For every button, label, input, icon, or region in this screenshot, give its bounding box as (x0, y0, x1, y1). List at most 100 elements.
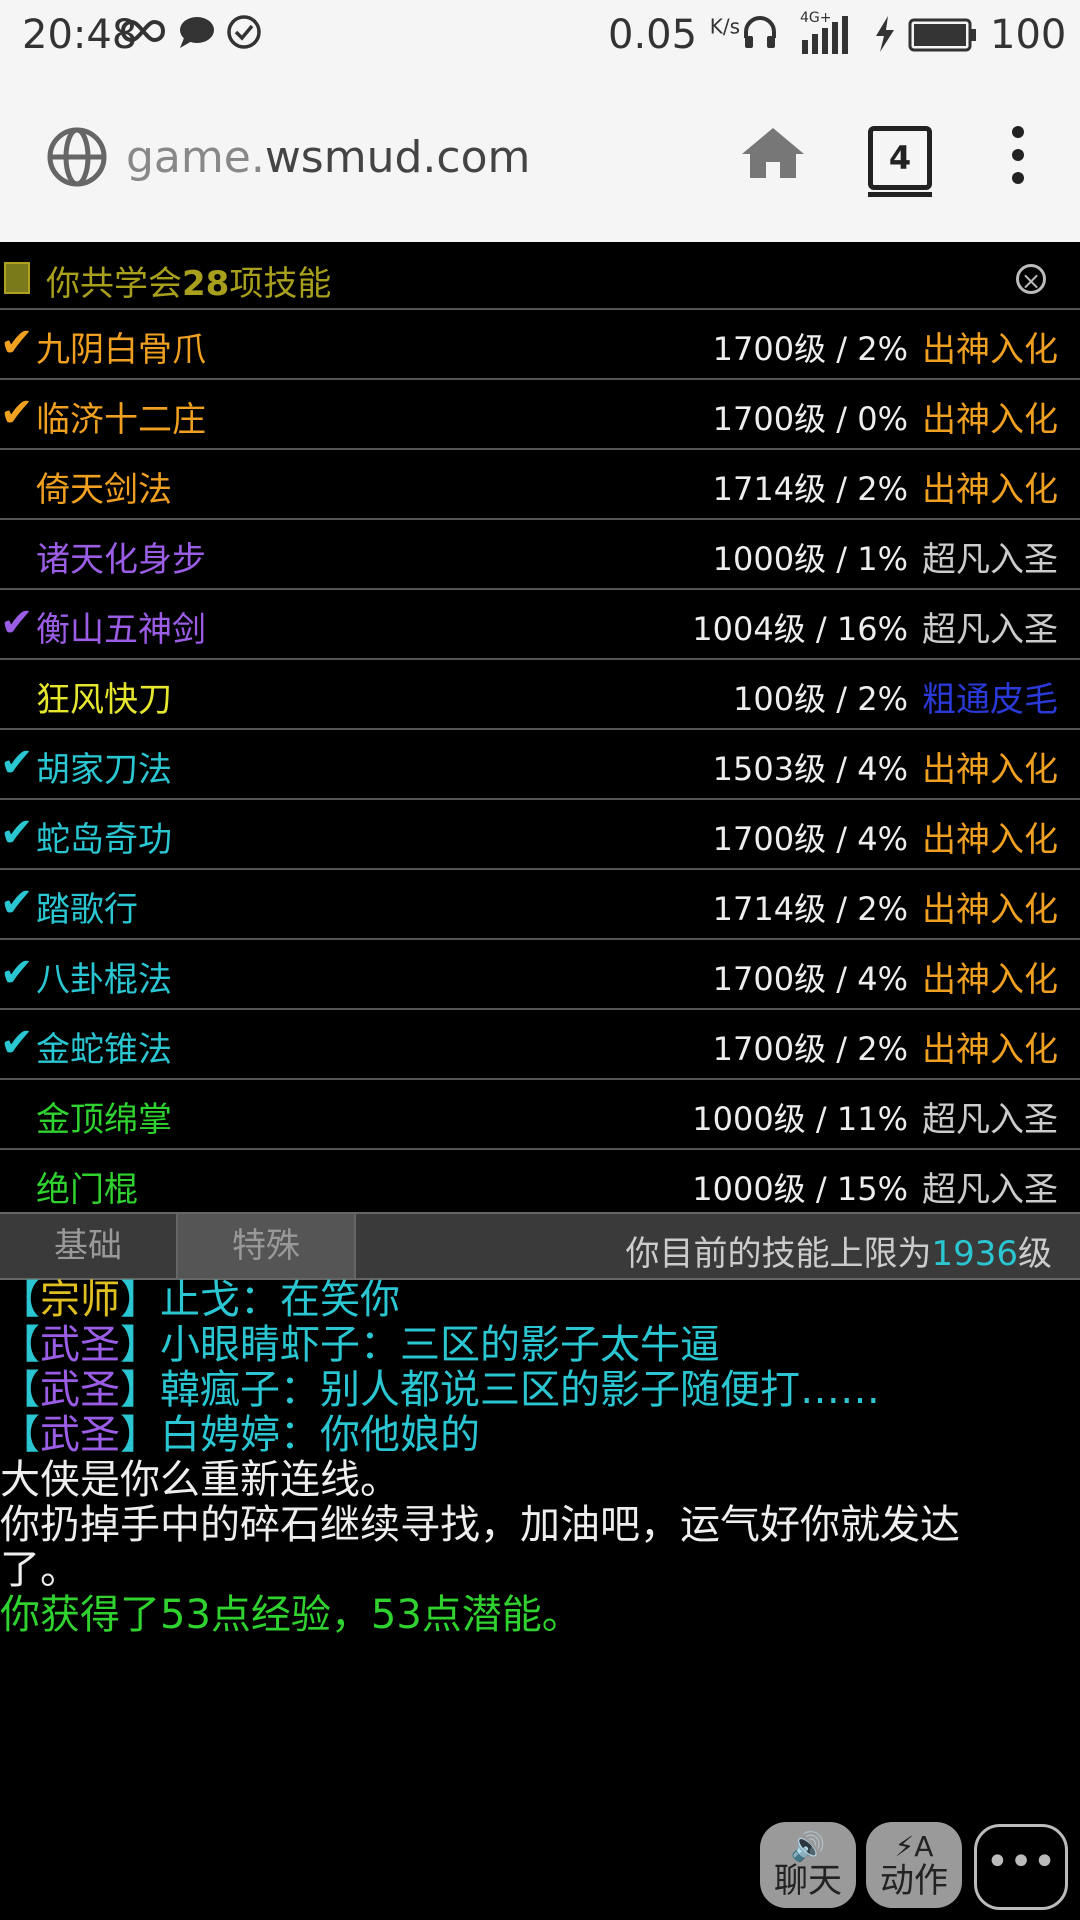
chat-messages: 【宗师】止戈：在笑你 【武圣】小眼睛虾子：三区的影子太牛逼 【武圣】韓瘋子：别人… (0, 1278, 1080, 1458)
chat-message: 【宗师】止戈：在笑你 (0, 1278, 1080, 1323)
skills-panel-header: 你共学会28项技能 × (0, 242, 1080, 310)
player-title: 宗师 (40, 1277, 120, 1323)
close-icon[interactable]: × (1016, 264, 1046, 295)
chat-button[interactable]: 🔊 聊天 (760, 1822, 856, 1908)
lightning-icon: ⚡A (894, 1830, 934, 1863)
skill-tab-bar: 基础 特殊 你目前的技能上限为1936级 (0, 1212, 1080, 1280)
skill-level: 100级 / 2% (733, 680, 908, 718)
infinity-icon (120, 19, 166, 43)
skill-row[interactable]: ✔ 八卦棍法 1700级 / 4% 出神入化 (0, 940, 1080, 1010)
skill-name: 衡山五神剑 (36, 610, 206, 650)
skill-rank: 超凡入圣 (922, 1170, 1058, 1210)
skill-name: 狂风快刀 (36, 680, 172, 720)
title-bracket-close: 】 (120, 1367, 160, 1413)
check-circle-icon (227, 15, 261, 49)
tab-special[interactable]: 特殊 (178, 1214, 356, 1278)
title-bracket-open: 【 (0, 1367, 40, 1413)
more-vertical-icon[interactable] (1008, 124, 1028, 186)
skill-rank: 出神入化 (922, 330, 1058, 370)
skill-row[interactable]: ✔ 衡山五神剑 1004级 / 16% 超凡入圣 (0, 590, 1080, 660)
skill-name: 蛇岛奇功 (36, 820, 172, 860)
skill-level: 1004级 / 16% (692, 610, 908, 648)
reward-message: 你获得了53点经验，53点潜能。 (0, 1592, 582, 1638)
player-title: 武圣 (40, 1412, 120, 1458)
skill-limit-text: 你目前的技能上限为1936级 (625, 1234, 1052, 1274)
skill-row[interactable]: ✔ 九阴白骨爪 1700级 / 2% 出神入化 (0, 310, 1080, 380)
skills-panel: 你共学会28项技能 × ✔ 九阴白骨爪 1700级 / 2% 出神入化 ✔ 临济十二庄 17… (0, 242, 1080, 1212)
home-icon[interactable] (738, 124, 808, 182)
skill-rank: 超凡入圣 (922, 540, 1058, 580)
skill-row[interactable]: ✔ 蛇岛奇功 1700级 / 4% 出神入化 (0, 800, 1080, 870)
skill-name: 胡家刀法 (36, 750, 172, 790)
chat-message: 【武圣】小眼睛虾子：三区的影子太牛逼 (0, 1323, 1080, 1368)
player-title: 武圣 (40, 1367, 120, 1413)
skill-row[interactable]: ✔ 临济十二庄 1700级 / 0% 出神入化 (0, 380, 1080, 450)
more-button[interactable]: ••• (974, 1824, 1068, 1910)
skill-row[interactable]: 狂风快刀 100级 / 2% 粗通皮毛 (0, 660, 1080, 730)
title-bracket-open: 【 (0, 1277, 40, 1323)
skill-name: 临济十二庄 (36, 400, 206, 440)
skill-row[interactable]: 金顶绵掌 1000级 / 11% 超凡入圣 (0, 1080, 1080, 1150)
book-icon (4, 262, 30, 294)
skill-name: 金顶绵掌 (36, 1100, 172, 1140)
skill-name: 倚天剑法 (36, 470, 172, 510)
check-icon: ✔ (0, 740, 34, 786)
skill-rank: 超凡入圣 (922, 610, 1058, 650)
check-icon: ✔ (0, 390, 34, 436)
browser-toolbar: game.wsmud.com 4 (0, 76, 1080, 242)
skill-level: 1503级 / 4% (712, 750, 908, 788)
skill-rank: 出神入化 (922, 820, 1058, 860)
title-bracket-close: 】 (120, 1412, 160, 1458)
action-button[interactable]: ⚡A 动作 (866, 1822, 962, 1908)
network-speed: 0.05 K/s (608, 12, 741, 58)
system-message: 大侠是你么重新连线。 (0, 1457, 400, 1503)
tab-switcher-underline (868, 192, 932, 197)
check-icon: ✔ (0, 320, 34, 366)
charging-icon (876, 16, 894, 52)
tab-basic[interactable]: 基础 (0, 1214, 178, 1278)
url-field[interactable]: game.wsmud.com (126, 132, 530, 183)
skill-rank: 出神入化 (922, 750, 1058, 790)
player-title: 武圣 (40, 1322, 120, 1368)
system-message: 你扔掉手中的碎石继续寻找，加油吧，运气好你就发达 (0, 1502, 960, 1548)
skill-name: 绝门棍 (36, 1170, 138, 1210)
battery-percent: 100 (990, 12, 1067, 58)
check-icon: ✔ (0, 810, 34, 856)
skill-row[interactable]: 绝门棍 1000级 / 15% 超凡入圣 (0, 1150, 1080, 1212)
skill-row[interactable]: ✔ 胡家刀法 1503级 / 4% 出神入化 (0, 730, 1080, 800)
check-icon: ✔ (0, 880, 34, 926)
check-icon: ✔ (0, 1020, 34, 1066)
tab-switcher-button[interactable]: 4 (868, 126, 932, 190)
globe-icon[interactable] (46, 126, 108, 188)
battery-icon (908, 18, 976, 52)
message-icon (180, 17, 214, 48)
skill-name: 金蛇锥法 (36, 1030, 172, 1070)
chat-text: 韓瘋子：别人都说三区的影子随便打…… (160, 1367, 880, 1413)
speaker-icon: 🔊 (790, 1830, 826, 1863)
skill-rank: 出神入化 (922, 960, 1058, 1000)
title-bracket-open: 【 (0, 1412, 40, 1458)
skill-rank: 出神入化 (922, 890, 1058, 930)
skill-row[interactable]: 诸天化身步 1000级 / 1% 超凡入圣 (0, 520, 1080, 590)
skill-name: 诸天化身步 (36, 540, 206, 580)
chat-text: 白娉婷：你他娘的 (160, 1412, 480, 1458)
skill-level: 1700级 / 4% (712, 960, 908, 998)
skill-rank: 出神入化 (922, 400, 1058, 440)
skill-name: 八卦棍法 (36, 960, 172, 1000)
title-bracket-open: 【 (0, 1322, 40, 1368)
skill-row[interactable]: ✔ 踏歌行 1714级 / 2% 出神入化 (0, 870, 1080, 940)
skill-rank: 超凡入圣 (922, 1100, 1058, 1140)
skill-level: 1714级 / 2% (712, 890, 908, 928)
headphones-icon (744, 16, 776, 48)
title-bracket-close: 】 (120, 1322, 160, 1368)
chat-message: 【武圣】韓瘋子：别人都说三区的影子随便打…… (0, 1368, 1080, 1413)
skill-row[interactable]: 倚天剑法 1714级 / 2% 出神入化 (0, 450, 1080, 520)
skill-level: 1000级 / 11% (692, 1100, 908, 1138)
skill-name: 九阴白骨爪 (36, 330, 206, 370)
chat-message: 【武圣】白娉婷：你他娘的 (0, 1413, 1080, 1458)
check-icon: ✔ (0, 950, 34, 996)
signal-icon (802, 16, 848, 54)
skill-row[interactable]: ✔ 金蛇锥法 1700级 / 2% 出神入化 (0, 1010, 1080, 1080)
title-bracket-close: 】 (120, 1277, 160, 1323)
system-message: 了。 (0, 1547, 80, 1593)
